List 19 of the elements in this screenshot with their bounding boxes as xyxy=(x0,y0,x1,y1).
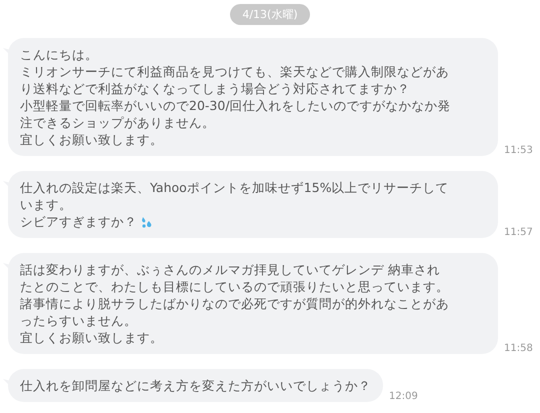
message-time: 11:57 xyxy=(504,227,533,238)
message-text: たとのことで、わたしも目標にしているので頑張りたいと思っています。 xyxy=(20,278,450,295)
message-text: 注できるショップがありません。 xyxy=(20,114,216,131)
message-text: 話は変わりますが、ぶぅさんのメルマガ拝見していてゲレンデ 納車され xyxy=(20,261,441,278)
message-text: 小型軽量で回転率がいいので20-30/回仕入れをしたいのですがなかなか発 xyxy=(20,97,452,114)
message-text: 仕入れを卸問屋などに考え方を変えた方がいいでしょうか？ xyxy=(20,377,371,394)
message-text: り送料などで利益がなくなってしまう場合どう対応されてますか？ xyxy=(20,80,411,97)
message-text: います。 xyxy=(20,196,73,213)
message-text: 仕入れの設定は楽天、Yahooポイントを加味せず15%以上でリサーチして xyxy=(20,179,450,196)
message-text: ミリオンサーチにて利益商品を見つけても、楽天などで購入制限などがあ xyxy=(20,63,450,80)
message-text: 宜しくお願い致します。 xyxy=(20,329,164,346)
message-time: 11:53 xyxy=(504,145,533,156)
message-text: 宜しくお願い致します。 xyxy=(20,131,164,148)
message-text: 諸事情により脱サラしたばかりなので必死ですが質問が的外れなことがあ xyxy=(20,295,450,312)
message-text: シビアすぎますか？ xyxy=(20,213,486,230)
message-time: 11:58 xyxy=(504,343,533,354)
message-text: こんにちは。 xyxy=(20,46,99,63)
message-time: 12:09 xyxy=(389,391,418,402)
message-text: ったらすいません。 xyxy=(20,312,138,329)
